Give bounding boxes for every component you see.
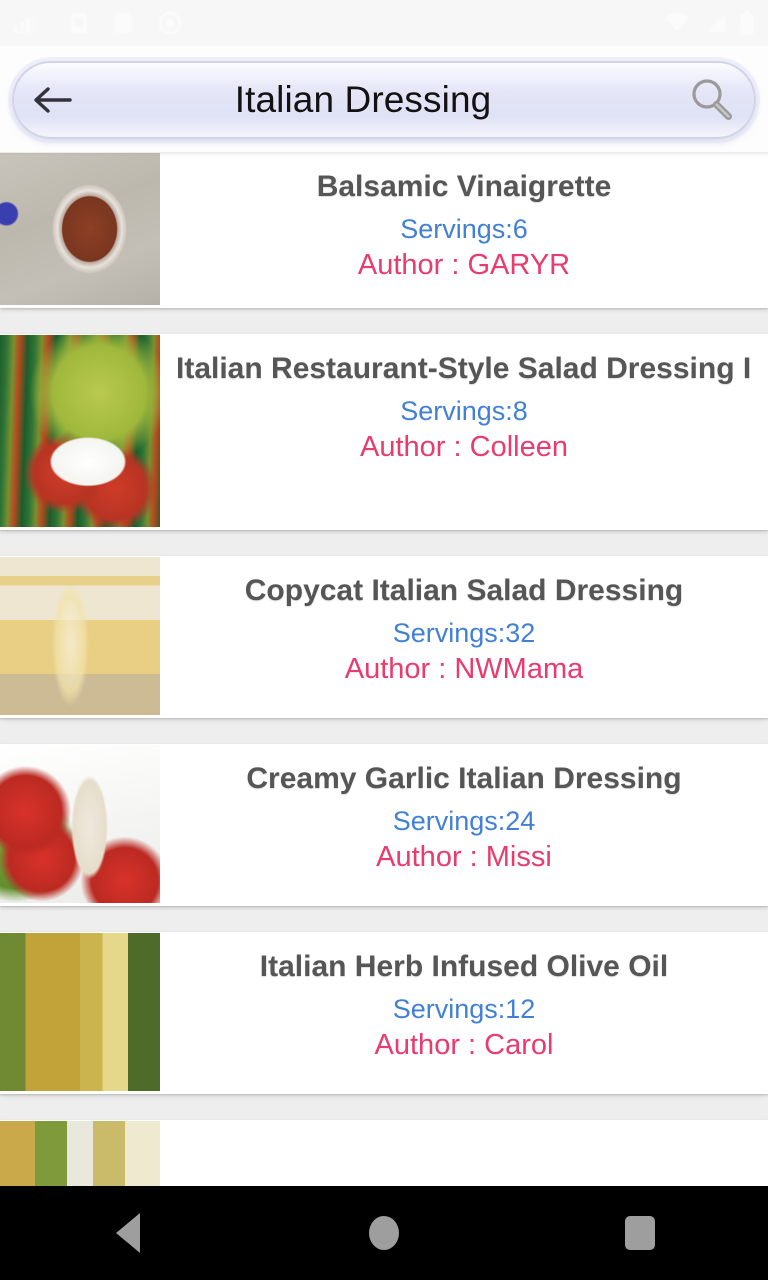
recipe-thumbnail [0,557,160,715]
recipe-title: Balsamic Vinaigrette [316,170,612,203]
recipe-servings: Servings:12 [392,993,536,1024]
recipe-author: Author : GARYR [357,248,571,281]
recipe-card-body: Italian Restaurant-Style Salad Dressing … [160,335,768,530]
battery-icon [740,11,754,35]
nav-recents-button[interactable] [580,1186,700,1280]
screenshot-icon [158,11,182,35]
recipe-card[interactable]: Balsamic Vinaigrette Servings:6 Author : G… [0,152,768,308]
recipe-card[interactable] [0,1120,768,1186]
status-bar-right-icons [664,11,754,35]
nav-back-icon [116,1213,140,1253]
recipe-servings: Servings:32 [392,617,536,648]
status-bar [0,0,768,46]
recipe-title: Creamy Garlic Italian Dressing [246,762,682,795]
app-screen: Italian Dressing Balsamic Vinaigrette Ser… [0,0,768,1280]
recipe-author: Author : NWMama [344,652,584,685]
recipe-card-body [160,1121,768,1186]
recipe-card-body: Italian Herb Infused Olive Oil Servings:1… [160,933,768,1094]
recipe-thumbnail [0,153,160,305]
search-bar-container: Italian Dressing [0,46,768,152]
recipe-servings: Servings:8 [400,395,528,426]
recipe-card-body: Balsamic Vinaigrette Servings:6 Author : G… [160,153,768,308]
recipe-author: Author : Colleen [360,430,568,463]
wifi-icon [664,13,690,33]
search-button[interactable] [670,61,754,139]
recipe-servings: Servings:24 [392,805,536,836]
recipe-card[interactable]: Copycat Italian Salad Dressing Servings:3… [0,556,768,718]
recipe-card[interactable]: Italian Herb Infused Olive Oil Servings:1… [0,932,768,1094]
nav-home-button[interactable] [324,1186,444,1280]
recipe-thumbnail [0,1121,160,1186]
sim-card-icon [70,12,88,34]
nav-back-button[interactable] [68,1186,188,1280]
search-input[interactable]: Italian Dressing [56,79,670,121]
recipe-card-body: Copycat Italian Salad Dressing Servings:3… [160,557,768,718]
recipe-card-body: Creamy Garlic Italian Dressing Servings:2… [160,745,768,906]
recipe-author: Author : Missi [376,840,552,873]
recipe-title: Copycat Italian Salad Dressing [244,574,684,607]
recipe-card[interactable]: Italian Restaurant-Style Salad Dressing … [0,334,768,530]
recipe-thumbnail [0,933,160,1091]
signal-bars-icon [14,13,44,33]
recipe-title: Italian Restaurant-Style Salad Dressing … [176,352,752,385]
mobile-signal-icon [704,13,726,33]
status-bar-left-icons [14,11,664,35]
nav-home-icon [369,1216,399,1250]
android-navigation-bar [0,1186,768,1280]
magnifier-icon [686,74,738,126]
recipe-thumbnail [0,745,160,903]
nav-recents-icon [625,1216,655,1250]
recipe-servings: Servings:6 [400,213,528,244]
recipe-author: Author : Carol [374,1028,554,1061]
recipe-title: Italian Herb Infused Olive Oil [259,950,669,983]
sd-card-icon [114,12,132,34]
search-bar[interactable]: Italian Dressing [12,61,756,139]
recipe-card[interactable]: Creamy Garlic Italian Dressing Servings:2… [0,744,768,906]
recipe-results-list[interactable]: Balsamic Vinaigrette Servings:6 Author : G… [0,152,768,1186]
recipe-thumbnail [0,335,160,527]
